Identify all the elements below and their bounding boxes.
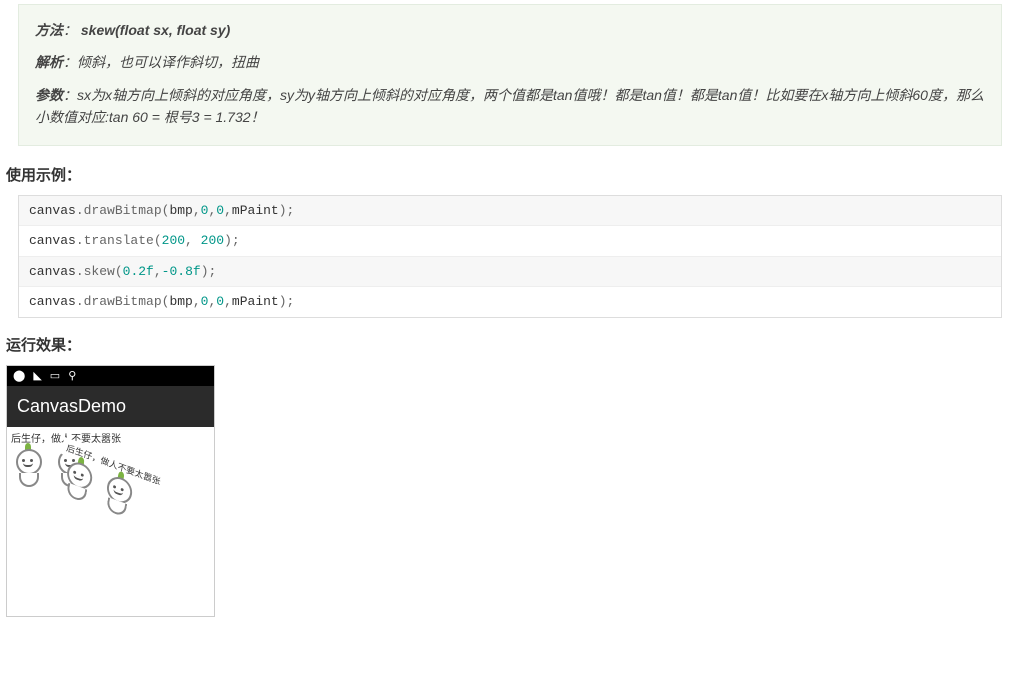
analysis-text: 倾斜，也可以译作斜切，扭曲 [77,54,259,70]
analysis-label: 解析 [35,54,63,70]
status-icon: ◣ [33,369,41,382]
method-line: 方法： skew(float sx, float sy) [35,19,985,41]
method-label: 方法 [35,22,63,38]
info-box: 方法： skew(float sx, float sy) 解析：倾斜，也可以译作… [18,4,1002,146]
code-line-4: canvas.drawBitmap(bmp,0,0,mPaint); [19,287,1001,317]
params-label: 参数 [35,87,63,103]
result-heading: 运行效果： [6,334,1020,355]
code-line-1: canvas.drawBitmap(bmp,0,0,mPaint); [19,196,1001,227]
app-title: CanvasDemo [17,396,126,416]
method-signature: skew(float sx, float sy) [81,22,230,38]
result-screenshot: ⬤ ◣ ▭ ⚲ CanvasDemo 后生仔，做人不要太嚣张 后生仔，做人不要太… [6,365,215,617]
app-title-bar: CanvasDemo [7,386,214,427]
status-icon: ⚲ [68,369,76,382]
status-icon: ⬤ [13,369,25,382]
character-icon [10,447,50,492]
status-icon: ▭ [50,369,60,382]
canvas-area: 后生仔，做人不要太嚣张 后生仔，做人不要太嚣张 [7,427,214,617]
code-line-2: canvas.translate(200, 200); [19,226,1001,257]
params-line: 参数：sx为x轴方向上倾斜的对应角度，sy为y轴方向上倾斜的对应角度，两个值都是… [35,84,985,129]
code-line-3: canvas.skew(0.2f,-0.8f); [19,257,1001,288]
android-status-bar: ⬤ ◣ ▭ ⚲ [7,366,214,386]
params-text: sx为x轴方向上倾斜的对应角度，sy为y轴方向上倾斜的对应角度，两个值都是tan… [35,87,984,125]
code-block: canvas.drawBitmap(bmp,0,0,mPaint); canva… [18,195,1002,318]
analysis-line: 解析：倾斜，也可以译作斜切，扭曲 [35,51,985,73]
example-heading: 使用示例： [6,164,1020,185]
